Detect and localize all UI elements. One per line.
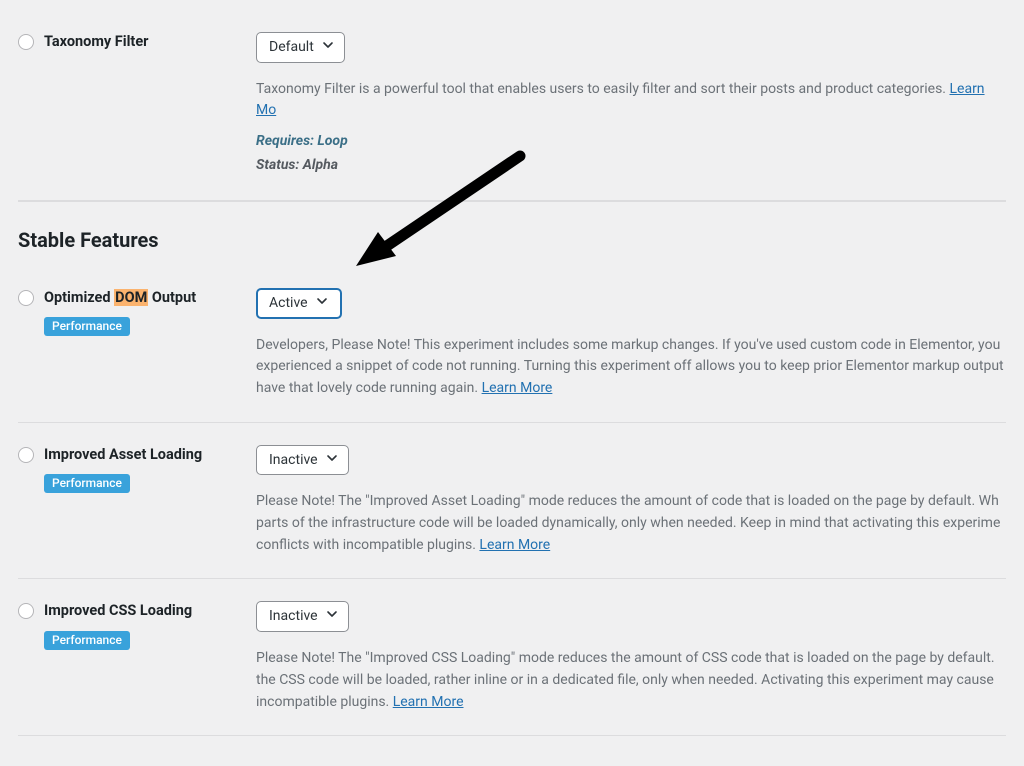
- select-value: Active: [269, 295, 308, 312]
- learn-more-link[interactable]: Learn More: [393, 694, 464, 710]
- feature-row-css-loading: Improved CSS Loading Performance Inactiv…: [18, 579, 1006, 736]
- learn-more-link[interactable]: Learn More: [482, 380, 553, 396]
- feature-desc-taxonomy-filter: Taxonomy Filter is a powerful tool that …: [256, 79, 1006, 122]
- feature-row-optimized-dom: Optimized DOM Output Performance Active …: [18, 266, 1006, 423]
- feature-label-css-loading: Improved CSS Loading: [44, 601, 256, 621]
- chevron-down-icon: [326, 452, 338, 469]
- highlighted-text: DOM: [114, 289, 148, 306]
- radio-taxonomy-filter[interactable]: [18, 34, 34, 50]
- select-value: Inactive: [269, 608, 318, 625]
- status-label: Status: Alpha: [256, 154, 1006, 178]
- performance-badge: Performance: [44, 474, 130, 493]
- section-heading-stable-features: Stable Features: [18, 201, 1006, 266]
- select-value: Inactive: [269, 452, 318, 469]
- select-css-loading[interactable]: Inactive: [256, 601, 349, 632]
- feature-label-taxonomy-filter: Taxonomy Filter: [44, 32, 256, 52]
- radio-css-loading[interactable]: [18, 603, 34, 619]
- select-optimized-dom[interactable]: Active: [256, 288, 342, 319]
- requires-label: Requires: Loop: [256, 130, 1006, 154]
- feature-label-optimized-dom: Optimized DOM Output: [44, 288, 256, 308]
- chevron-down-icon: [322, 39, 334, 56]
- radio-optimized-dom[interactable]: [18, 290, 34, 306]
- chevron-down-icon: [316, 295, 328, 312]
- feature-desc-asset-loading: Please Note! The "Improved Asset Loading…: [256, 491, 1006, 556]
- select-asset-loading[interactable]: Inactive: [256, 445, 349, 476]
- performance-badge: Performance: [44, 317, 130, 336]
- feature-row-taxonomy-filter: Taxonomy Filter Default Taxonomy Filter …: [18, 0, 1006, 201]
- chevron-down-icon: [326, 608, 338, 625]
- feature-desc-optimized-dom: Developers, Please Note! This experiment…: [256, 335, 1006, 400]
- performance-badge: Performance: [44, 631, 130, 650]
- select-value: Default: [269, 39, 314, 56]
- feature-desc-css-loading: Please Note! The "Improved CSS Loading" …: [256, 648, 1006, 713]
- feature-label-asset-loading: Improved Asset Loading: [44, 445, 256, 465]
- feature-row-asset-loading: Improved Asset Loading Performance Inact…: [18, 423, 1006, 580]
- learn-more-link[interactable]: Learn More: [479, 537, 550, 553]
- feature-meta-taxonomy-filter: Requires: Loop Status: Alpha: [256, 130, 1006, 178]
- radio-asset-loading[interactable]: [18, 447, 34, 463]
- select-taxonomy-filter[interactable]: Default: [256, 32, 345, 63]
- feature-row-next: [18, 736, 1006, 766]
